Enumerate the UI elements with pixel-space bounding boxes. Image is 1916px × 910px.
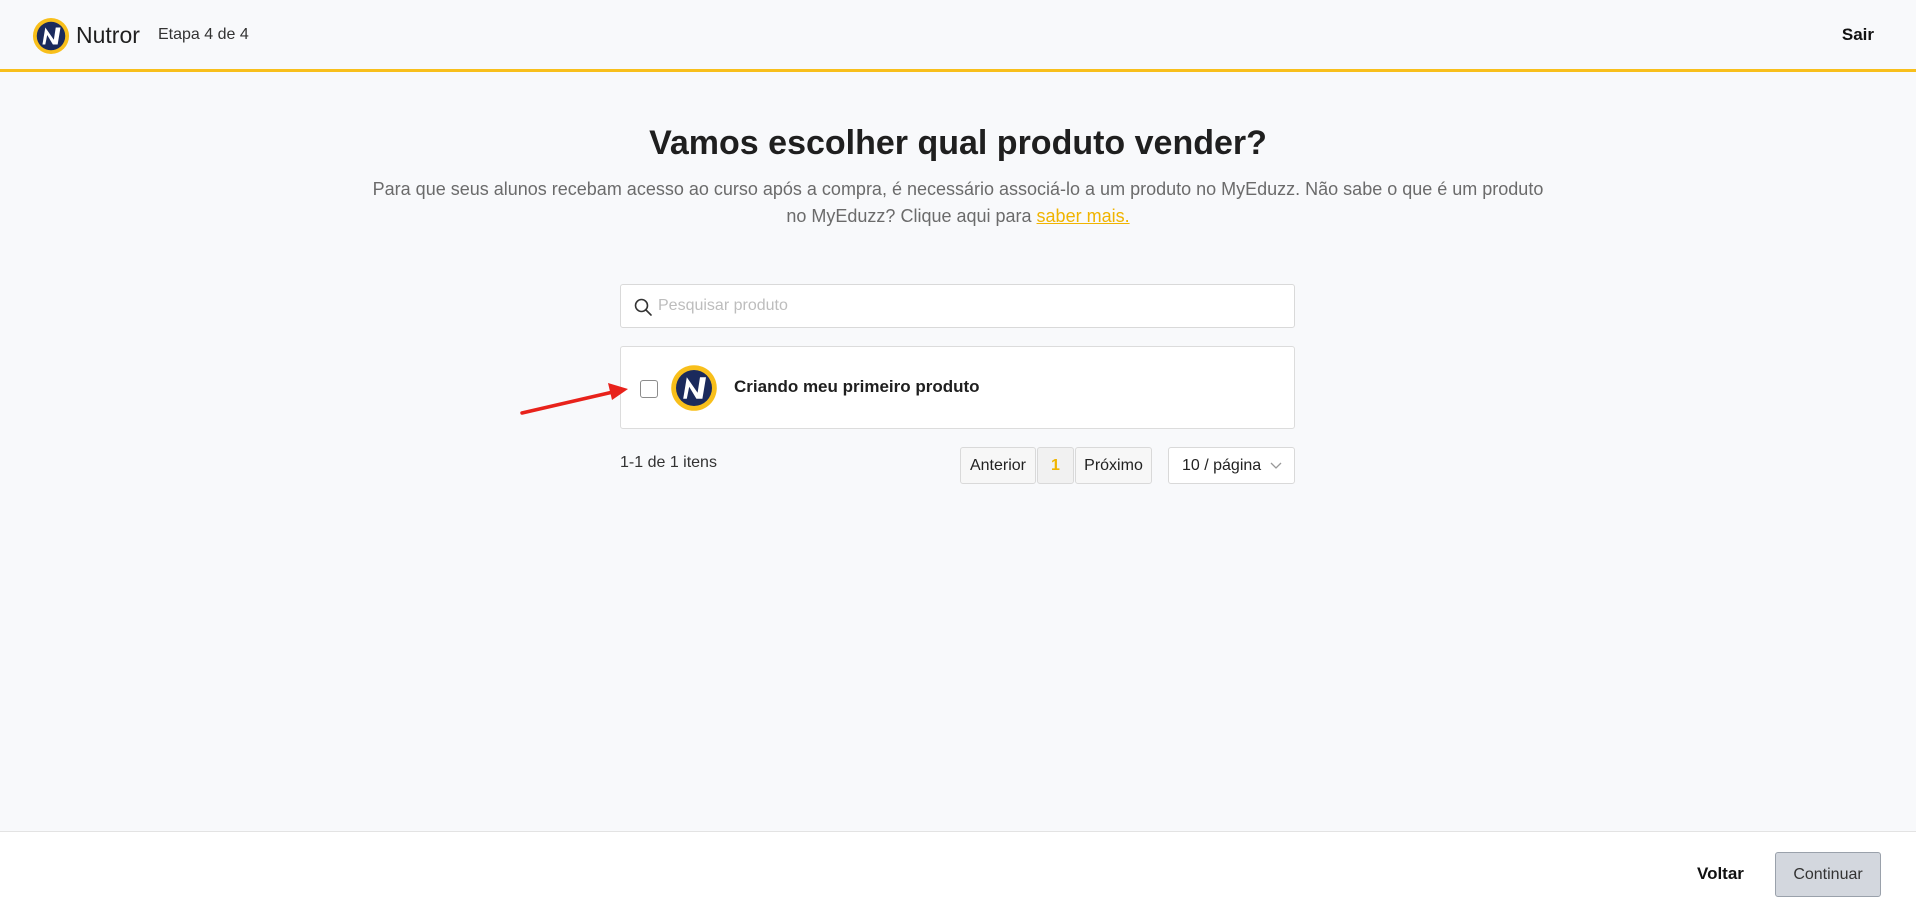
search-box xyxy=(620,284,1295,328)
page-size-value: 10 / página xyxy=(1182,457,1262,474)
pagination: Anterior 1 Próximo xyxy=(960,447,1152,484)
page-title: Vamos escolher qual produto vender? xyxy=(649,124,1267,162)
product-checkbox[interactable] xyxy=(640,380,658,398)
product-name: Criando meu primeiro produto xyxy=(734,377,980,396)
nutror-logo-icon xyxy=(32,17,70,55)
back-button[interactable]: Voltar xyxy=(1697,864,1744,884)
step-indicator: Etapa 4 de 4 xyxy=(158,26,249,43)
subtitle-text: Para que seus alunos recebam acesso ao c… xyxy=(372,179,1544,226)
annotation-arrow-icon xyxy=(520,383,628,415)
chevron-down-icon xyxy=(1270,462,1282,469)
learn-more-link[interactable]: saber mais. xyxy=(1037,206,1130,226)
page-size-select[interactable]: 10 / página xyxy=(1168,447,1295,484)
exit-button[interactable]: Sair xyxy=(1842,25,1874,45)
page-subtitle: Para que seus alunos recebam acesso ao c… xyxy=(370,176,1546,230)
page-number-button[interactable]: 1 xyxy=(1037,447,1074,484)
footer-bar: Voltar Continuar xyxy=(0,831,1916,910)
pagination-count: 1-1 de 1 itens xyxy=(620,454,717,471)
search-icon xyxy=(634,298,652,316)
top-header: Nutror Etapa 4 de 4 Sair xyxy=(0,0,1916,72)
next-page-button[interactable]: Próximo xyxy=(1075,447,1152,484)
search-input[interactable] xyxy=(658,285,1278,327)
nutror-logo-icon xyxy=(671,365,717,411)
previous-page-button[interactable]: Anterior xyxy=(960,447,1036,484)
product-list-item[interactable]: Criando meu primeiro produto xyxy=(620,346,1295,429)
brand-name: Nutror xyxy=(76,22,140,48)
continue-button[interactable]: Continuar xyxy=(1775,852,1881,897)
